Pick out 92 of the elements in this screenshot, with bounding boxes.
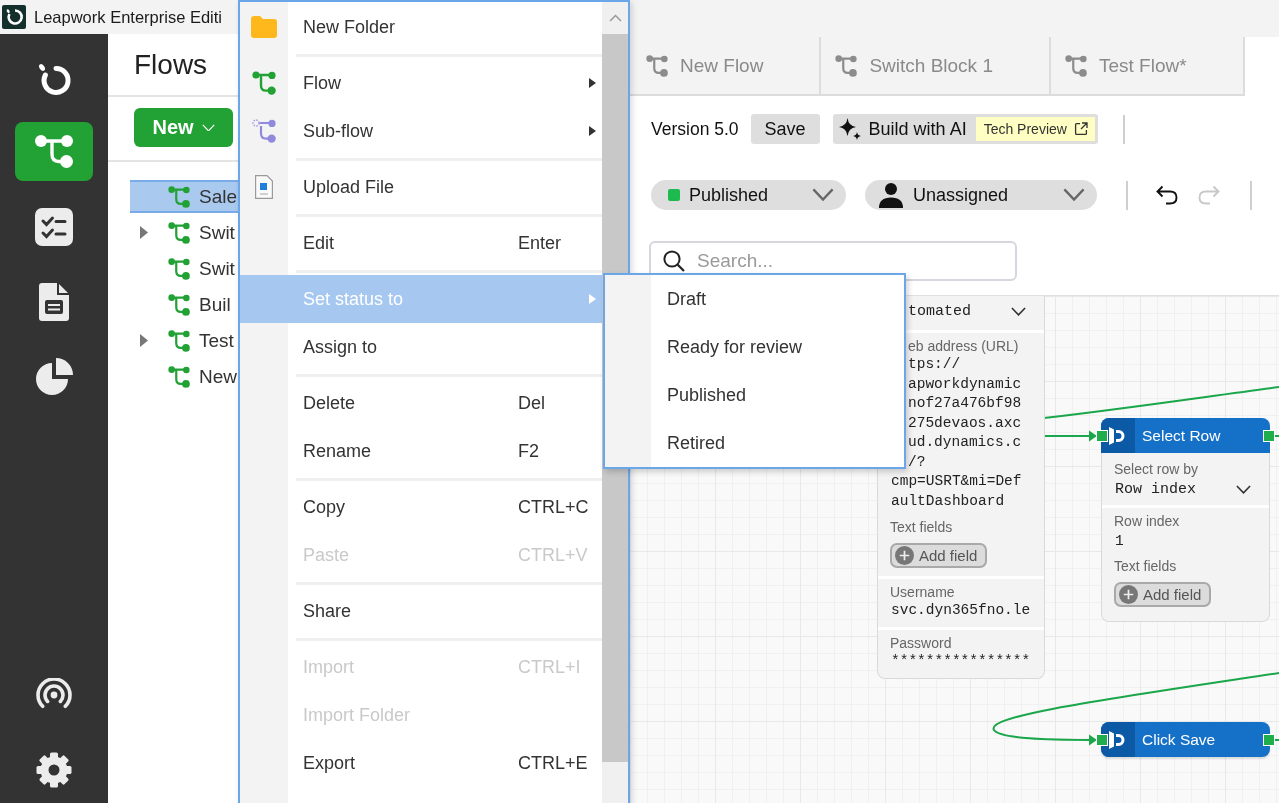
save-button[interactable]: Save <box>750 114 820 144</box>
field-label: Row index <box>1114 512 1180 530</box>
flow-icon <box>168 293 190 316</box>
menu-item[interactable]: Sub-flow <box>240 107 602 155</box>
field-value: 1 <box>1115 532 1124 550</box>
add-field-button[interactable]: Add field <box>1114 582 1212 607</box>
settings-icon <box>36 751 72 788</box>
menu-item[interactable]: Flow <box>240 59 602 107</box>
shortcut-text: CTRL+E <box>518 752 588 774</box>
shortcut-text: CTRL+C <box>518 496 589 518</box>
plus-circle-icon <box>1119 585 1138 604</box>
field-label: Username <box>890 583 955 601</box>
field-value: **************** <box>891 652 1031 670</box>
preview-badge[interactable]: Tech Preview <box>975 117 1095 141</box>
field-value: svc.dyn365fno.le <box>891 601 1031 619</box>
menu-item[interactable]: Copy CTRL+C <box>240 483 602 531</box>
shortcut-text: F2 <box>518 440 539 462</box>
connector-arrow <box>1043 430 1097 442</box>
add-field-button[interactable]: Add field <box>890 543 988 568</box>
flow-icon <box>168 221 190 244</box>
menu-item[interactable]: New Folder <box>240 3 602 51</box>
field-label: Select row by <box>1114 460 1199 478</box>
pie-chart-icon <box>35 357 73 396</box>
shortcut-text: Enter <box>518 232 562 254</box>
menu-item[interactable]: Share <box>240 587 602 635</box>
dropdown-field[interactable]: Row index <box>1115 478 1251 500</box>
flow-icon <box>168 329 190 352</box>
tree-item[interactable]: Test <box>130 324 238 357</box>
menu-item[interactable]: Published <box>605 371 904 419</box>
flow-icon <box>168 257 190 280</box>
subflow-icon <box>252 119 276 143</box>
menu-item[interactable]: Assign to <box>240 323 602 371</box>
url-text: /? <box>908 452 926 472</box>
url-text: aultDashboard <box>891 491 1005 511</box>
undo-icon <box>1156 185 1178 205</box>
document-icon <box>39 282 69 321</box>
block-title: Select Row <box>1142 426 1221 445</box>
panel-title: Flows <box>134 48 208 81</box>
checklist-icon <box>35 207 73 246</box>
redo-icon <box>1198 185 1220 205</box>
ai-button[interactable]: Build with AI Tech Preview <box>832 114 1098 144</box>
tree-icon <box>35 135 73 168</box>
chevron-up-icon <box>608 14 622 22</box>
external-link-icon <box>1073 122 1088 136</box>
caret-icon <box>140 226 148 239</box>
menu-item[interactable]: Ready for review <box>605 323 904 371</box>
menu-item[interactable]: Retired <box>605 419 904 467</box>
chevron-down-icon <box>201 123 215 132</box>
flow-icon <box>646 54 668 77</box>
assignee-dropdown[interactable]: Unassigned <box>865 180 1097 210</box>
flow-icon <box>252 71 276 95</box>
field-label: Text fields <box>890 518 953 536</box>
flow-icon <box>168 185 190 208</box>
url-text: ud.dynamics.c <box>908 433 1022 452</box>
field-label: Text fields <box>1114 557 1177 575</box>
shortcut-text: Del <box>518 392 545 414</box>
flow-icon <box>1064 54 1087 77</box>
tree-item[interactable]: Swit <box>130 216 238 249</box>
tree-item[interactable]: Swit <box>130 252 238 285</box>
undo-button[interactable] <box>1156 185 1178 205</box>
url-text: tps:// <box>908 355 961 374</box>
tree-item[interactable]: Sale <box>130 180 238 213</box>
url-text: cmp=USRT&mi=Def <box>891 472 1022 491</box>
tree-item[interactable]: Buil <box>130 288 238 321</box>
url-text: apworkdynamic <box>908 374 1022 394</box>
search-icon <box>663 250 685 272</box>
plus-circle-icon <box>895 546 914 565</box>
version-label: Version 5.0 <box>651 118 739 140</box>
menu-item[interactable]: Rename F2 <box>240 427 602 475</box>
field-label: eb address (URL) <box>908 337 1019 355</box>
file-icon <box>255 175 273 199</box>
block-title: Click Save <box>1142 730 1216 749</box>
url-text: 275devaos.axc <box>908 413 1022 433</box>
chevron-down-icon <box>1011 306 1026 316</box>
chevron-down-icon <box>1063 188 1085 202</box>
tree-item[interactable]: New <box>130 360 238 393</box>
chevron-down-icon <box>1236 484 1251 494</box>
dropdown-field[interactable]: tomated <box>908 300 1026 322</box>
flow-icon <box>168 365 190 388</box>
status-dropdown[interactable]: Published <box>651 180 846 210</box>
menu-item[interactable]: Export CTRL+E <box>240 739 602 787</box>
menu-item[interactable]: Edit Enter <box>240 219 602 267</box>
field-label: Password <box>890 634 952 652</box>
caret-icon <box>140 334 148 347</box>
folder-icon <box>251 16 277 38</box>
menu-item[interactable]: Upload File <box>240 163 602 211</box>
url-text: nof27a476bf98 <box>908 394 1022 413</box>
flow-icon <box>835 54 858 77</box>
menu-item[interactable]: Delete Del <box>240 379 602 427</box>
window-title: Leapwork Enterprise Editi <box>34 7 222 27</box>
chevron-down-icon <box>812 188 834 202</box>
person-icon <box>878 182 904 208</box>
